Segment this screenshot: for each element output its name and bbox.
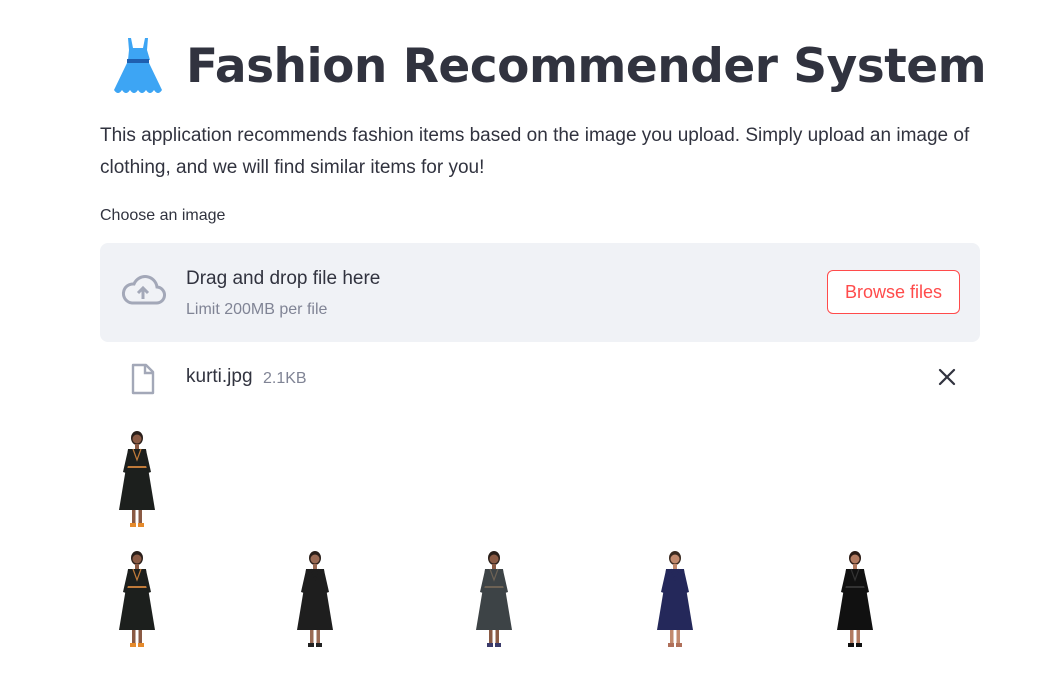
uploaded-file-size: 2.1KB — [263, 370, 307, 387]
app-description: This application recommends fashion item… — [100, 125, 970, 178]
recommendation-image — [837, 551, 873, 647]
uploader-label: Choose an image — [100, 207, 226, 224]
dropzone-instructions: Drag and drop file here — [186, 268, 381, 289]
uploaded-image-preview — [119, 431, 155, 527]
recommendation-image — [476, 551, 512, 647]
cloud-upload-icon — [122, 275, 166, 305]
recommendation-image — [297, 551, 333, 647]
file-icon — [131, 363, 155, 395]
uploaded-file-name: kurti.jpg — [186, 366, 253, 387]
browse-files-button[interactable]: Browse files — [827, 270, 960, 314]
page-title-text: Fashion Recommender System — [186, 38, 987, 94]
uploaded-file-row: kurti.jpg 2.1KB — [100, 358, 980, 398]
recommendation-image — [119, 551, 155, 647]
dress-icon — [110, 36, 166, 96]
recommendation-image — [657, 551, 693, 647]
page-title: Fashion Recommender System — [100, 30, 987, 102]
close-icon[interactable] — [936, 366, 958, 388]
dropzone-limit: Limit 200MB per file — [186, 301, 328, 318]
file-dropzone[interactable]: Drag and drop file here Limit 200MB per … — [100, 243, 980, 342]
